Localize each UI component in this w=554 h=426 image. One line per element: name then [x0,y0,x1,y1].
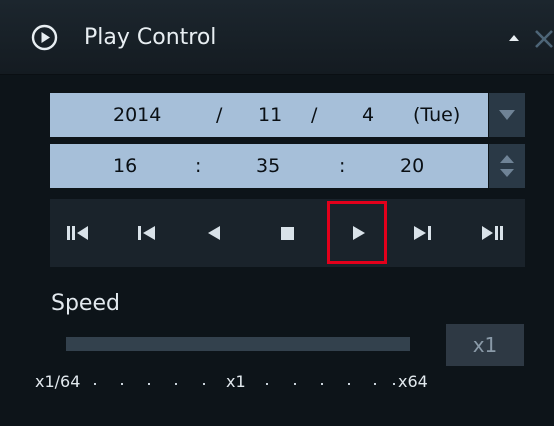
scale-tick [374,383,376,385]
scale-tick [266,383,268,385]
date-year[interactable]: 2014 [113,93,161,137]
skip-to-end-button[interactable] [464,199,521,267]
transport-controls [50,199,525,267]
step-back-icon [138,226,155,240]
scale-tick [94,383,96,385]
step-forward-icon [414,226,431,240]
time-minute[interactable]: 35 [256,144,280,188]
scale-tick [121,383,123,385]
reverse-play-button[interactable] [184,199,241,267]
up-down-spinner-icon[interactable] [489,144,525,188]
scale-tick [294,383,296,385]
panel-title: Play Control [84,25,217,50]
date-separator: / [311,104,318,126]
time-second[interactable]: 20 [400,144,424,188]
chevron-up-icon[interactable] [508,32,520,44]
speed-label: Speed [51,291,120,316]
skip-to-start-button[interactable] [50,199,107,267]
next-frame-button[interactable] [398,199,455,267]
date-month[interactable]: 11 [258,93,282,137]
scale-tick [148,383,150,385]
play-button-highlight [327,201,387,264]
scale-tick [393,383,395,385]
reverse-play-icon [208,226,220,240]
speed-scale-mid: x1 [226,372,246,391]
close-icon[interactable] [530,24,554,52]
stop-button[interactable] [260,199,317,267]
previous-frame-button[interactable] [117,199,174,267]
speed-scale-min: x1/64 [35,372,81,391]
date-picker[interactable]: 2014 / 11 / 4 (Tue) [50,93,525,137]
speed-value-button[interactable]: x1 [446,324,524,366]
speed-scale-max: x64 [398,372,428,391]
dropdown-arrow-icon[interactable] [489,93,525,137]
date-day[interactable]: 4 [362,93,374,137]
time-picker[interactable]: 16 : 35 : 20 [50,144,525,188]
speed-slider[interactable] [66,337,410,351]
skip-to-start-icon [67,226,88,240]
date-weekday: (Tue) [413,104,461,126]
title-bar: Play Control [0,0,554,75]
time-field[interactable]: 16 : 35 : 20 [50,144,488,188]
time-separator: : [195,155,202,177]
scale-tick [321,383,323,385]
stop-icon [281,227,294,240]
play-control-panel: Play Control 2014 / 11 / 4 (Tue) 16: 35… [0,0,554,426]
time-separator: : [339,155,346,177]
time-hour[interactable]: 16 [113,144,137,188]
play-circle-icon [31,24,58,51]
scale-tick [348,383,350,385]
scale-tick [203,383,205,385]
date-separator: / [216,104,223,126]
date-field[interactable]: 2014 / 11 / 4 (Tue) [50,93,488,137]
scale-tick [175,383,177,385]
skip-to-end-icon [482,226,503,240]
